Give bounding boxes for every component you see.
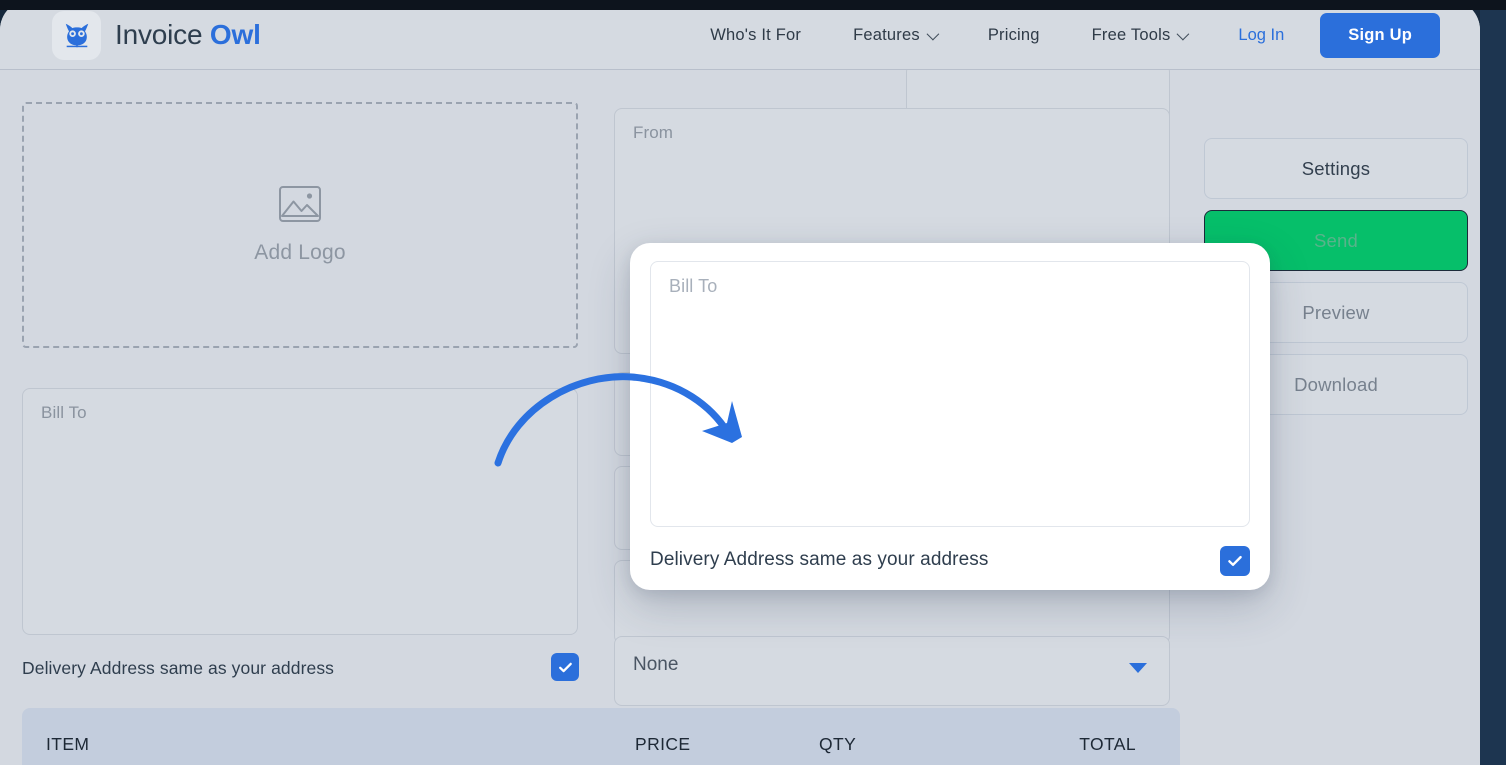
login-link[interactable]: Log In [1212,26,1310,45]
delivery-address-checkbox[interactable] [551,653,579,681]
column-header-qty: QTY [819,734,857,754]
image-placeholder-icon [279,185,321,227]
brand-name: Invoice Owl [115,19,261,51]
payment-terms-select[interactable]: None [614,636,1170,706]
chevron-down-icon [1176,27,1190,40]
frame-top-edge [0,0,1506,10]
add-logo-label: Add Logo [254,240,346,264]
delivery-address-label: Delivery Address same as your address [22,657,335,678]
chevron-down-icon [926,27,940,40]
nav-item-features[interactable]: Features [827,26,962,45]
nav-item-pricing[interactable]: Pricing [962,26,1066,45]
column-header-item: ITEM [46,734,90,754]
modal-delivery-row: Delivery Address same as your address [650,543,1250,577]
bill-to-field[interactable]: Bill To [22,388,578,635]
site-navbar: Invoice Owl Who's It For Features Pricin… [0,0,1480,70]
delivery-address-row: Delivery Address same as your address [22,648,579,688]
nav-links: Who's It For Features Pricing Free Tools… [684,12,1440,58]
settings-button[interactable]: Settings [1204,138,1468,199]
column-header-price: PRICE [635,734,691,754]
payment-terms-value: None [633,654,679,675]
modal-delivery-checkbox[interactable] [1220,546,1250,576]
owl-icon [52,10,101,60]
page-root: Invoice Owl Who's It For Features Pricin… [0,0,1480,765]
nav-item-free-tools[interactable]: Free Tools [1066,26,1213,45]
from-placeholder: From [633,123,674,142]
nav-item-label: Pricing [987,25,1040,44]
brand-name-plain: Invoice [115,19,203,50]
modal-bill-to-placeholder: Bill To [669,276,718,296]
nav-item-whos-it-for[interactable]: Who's It For [684,26,827,45]
add-logo-dropzone[interactable]: Add Logo [22,102,578,348]
bill-to-placeholder: Bill To [41,403,87,422]
brand-name-accent: Owl [209,19,261,50]
line-items-table-header: ITEM PRICE QTY TOTAL [22,708,1180,765]
signup-button[interactable]: Sign Up [1320,12,1440,58]
nav-item-label: Who's It For [710,25,802,44]
browser-frame: Invoice Owl Who's It For Features Pricin… [0,0,1506,765]
modal-delivery-label: Delivery Address same as your address [650,549,989,570]
column-header-total: TOTAL [1079,734,1136,754]
brand-logo[interactable]: Invoice Owl [52,10,261,60]
chevron-down-icon [1129,663,1147,673]
nav-item-label: Features [853,25,920,44]
modal-bill-to-input[interactable]: Bill To [650,261,1250,527]
frame-right-edge [1480,0,1506,765]
nav-item-label: Free Tools [1091,25,1171,44]
bill-to-modal: Bill To Delivery Address same as your ad… [630,243,1270,590]
